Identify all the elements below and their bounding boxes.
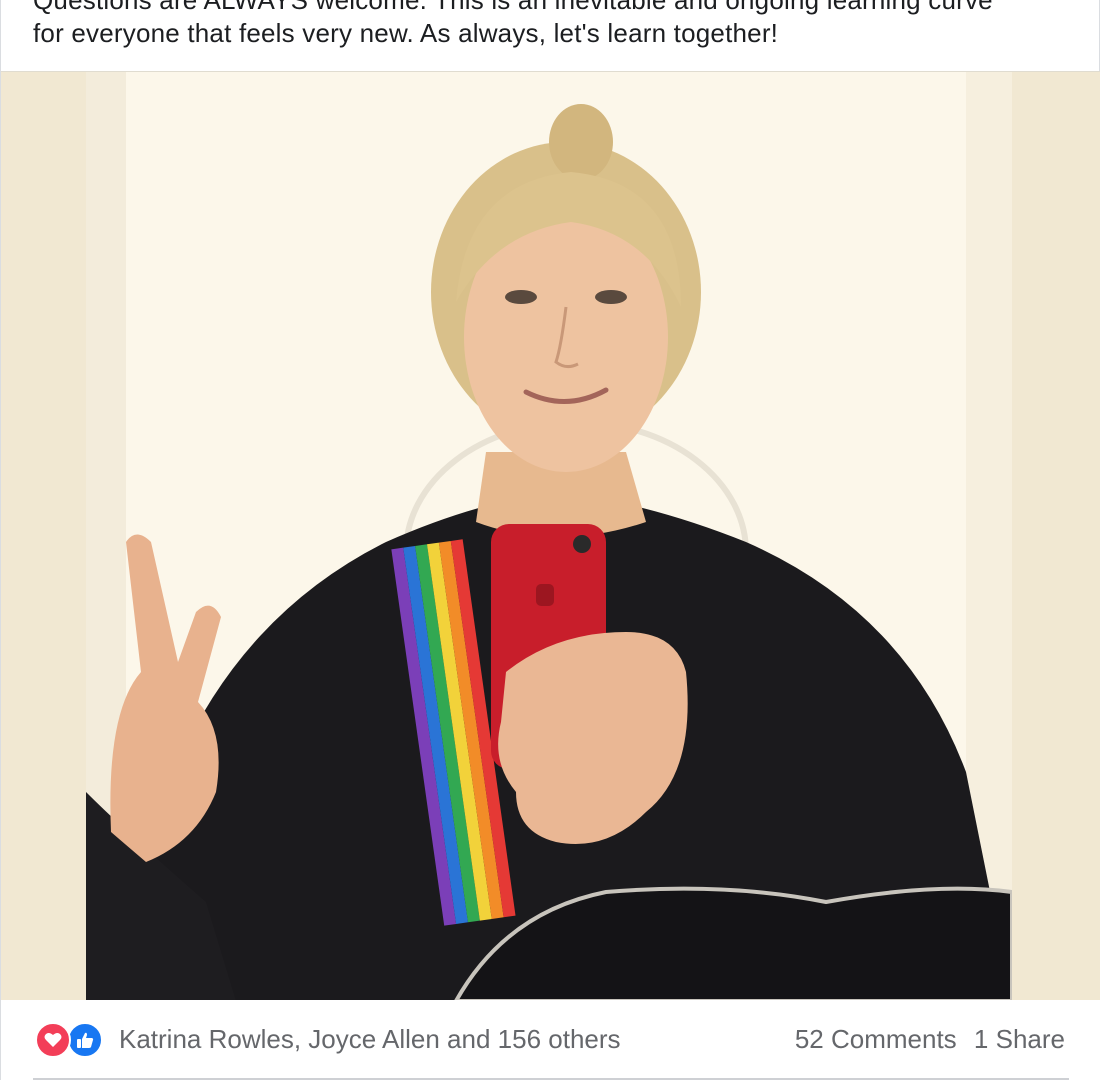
feed-post: Questions are ALWAYS welcome. This is an… (0, 0, 1100, 1080)
photo-mirror-selfie-icon (86, 72, 1012, 1001)
post-photo-container[interactable] (1, 71, 1100, 1001)
post-stats: 52 Comments 1 Share (785, 1024, 1065, 1055)
like-icon (67, 1022, 103, 1058)
reaction-icons[interactable] (35, 1022, 107, 1058)
reactors-summary[interactable]: Katrina Rowles, Joyce Allen and 156 othe… (119, 1024, 621, 1055)
shares-count[interactable]: 1 Share (974, 1024, 1065, 1054)
post-text: Questions are ALWAYS welcome. This is an… (33, 0, 1083, 50)
love-icon (35, 1022, 71, 1058)
comments-count[interactable]: 52 Comments (795, 1024, 957, 1054)
reactions-bar: Katrina Rowles, Joyce Allen and 156 othe… (1, 1000, 1100, 1080)
post-photo[interactable] (86, 72, 1012, 1001)
post-text-line-2: for everyone that feels very new. As alw… (33, 18, 779, 48)
post-text-line-1: Questions are ALWAYS welcome. This is an… (33, 0, 993, 15)
